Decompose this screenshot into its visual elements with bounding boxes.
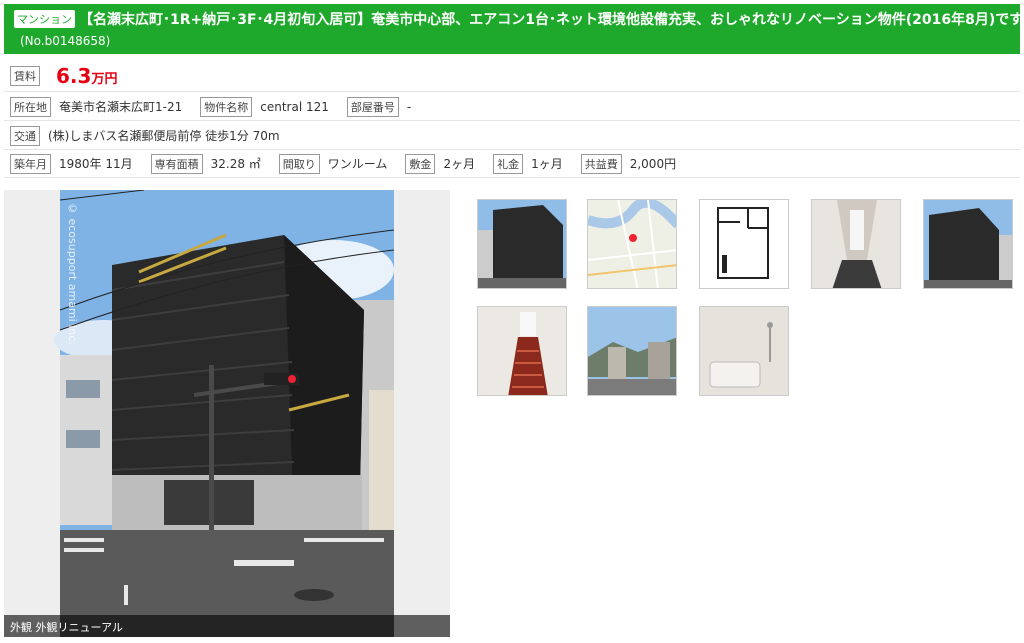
staircase-thumb-image — [478, 307, 566, 395]
common-fee-label: 共益費 — [580, 153, 622, 174]
floorplan-thumb-image — [700, 200, 788, 288]
thumbnail-hallway[interactable] — [811, 199, 901, 289]
property-name-value: central 121 — [260, 99, 329, 114]
view-thumb-image — [588, 307, 676, 395]
thumbnail-exterior[interactable] — [477, 199, 567, 289]
listing-title-row: マンション 【名瀬末広町･1R+納戸･3F･4月初旬入居可】奄美市中心部、エアコ… — [14, 9, 1024, 29]
room-number-value: - — [406, 99, 412, 114]
listing-header: マンション 【名瀬末広町･1R+納戸･3F･4月初旬入居可】奄美市中心部、エアコ… — [4, 4, 1024, 54]
deposit-value: 2ヶ月 — [443, 157, 476, 171]
transport-row: 交通 (株)しまバス名瀬郵便局前停 徒歩1分 70m — [4, 122, 1020, 150]
rent-amount: 6.3 — [56, 63, 92, 88]
transport-label: 交通 — [10, 125, 40, 146]
common-fee-value: 2,000円 — [629, 157, 677, 171]
rent-label: 賃料 — [10, 65, 40, 86]
photo-caption: 外観 外観リニューアル — [4, 615, 450, 637]
listing-title: 【名瀬末広町･1R+納戸･3F･4月初旬入居可】奄美市中心部、エアコン1台･ネッ… — [79, 12, 1024, 28]
key-money-label: 礼金 — [493, 153, 524, 174]
thumbnail-view[interactable] — [587, 306, 677, 396]
rent-row: 賃料 6.3万円 — [4, 60, 1020, 92]
layout-value: ワンルーム — [327, 157, 388, 171]
deposit-label: 敷金 — [405, 153, 436, 174]
property-type-badge: マンション — [14, 10, 75, 28]
exterior-2-thumb-image — [924, 200, 1012, 288]
area-label: 専有面積 — [150, 153, 203, 174]
address-label: 所在地 — [10, 96, 51, 117]
exterior-thumb-image — [478, 200, 566, 288]
property-name-label: 物件名称 — [200, 96, 253, 117]
rent-price: 6.3万円 — [56, 64, 117, 88]
thumbnail-bathroom[interactable] — [699, 306, 789, 396]
address-value: 奄美市名瀬末広町1-21 — [59, 100, 183, 114]
map-thumb-image — [588, 200, 676, 288]
thumbnail-floorplan[interactable] — [699, 199, 789, 289]
rent-unit: 万円 — [91, 71, 118, 87]
built-value: 1980年 11月 — [59, 157, 133, 171]
room-number-label: 部屋番号 — [346, 96, 399, 117]
transport-value: (株)しまバス名瀬郵便局前停 徒歩1分 70m — [48, 129, 280, 143]
thumbnail-exterior-2[interactable] — [923, 199, 1013, 289]
listing-number: (No.b0148658) — [20, 34, 111, 48]
photo-watermark: © ecosupport amami inc. — [66, 202, 79, 345]
area-value: 32.28 ㎡ — [210, 157, 261, 171]
details-row: 築年月 1980年 11月 専有面積 32.28 ㎡ 間取り ワンルーム 敷金 … — [4, 150, 1020, 178]
layout-label: 間取り — [278, 153, 320, 174]
thumbnail-staircase[interactable] — [477, 306, 567, 396]
bathroom-thumb-image — [700, 307, 788, 395]
location-row: 所在地 奄美市名瀬末広町1-21 物件名称 central 121 部屋番号 - — [4, 93, 1020, 121]
key-money-value: 1ヶ月 — [531, 157, 563, 171]
thumbnail-map[interactable] — [587, 199, 677, 289]
hallway-thumb-image — [812, 200, 900, 288]
main-photo[interactable]: © ecosupport amami inc. 外観 外観リニューアル — [4, 190, 450, 637]
built-label: 築年月 — [10, 153, 51, 174]
